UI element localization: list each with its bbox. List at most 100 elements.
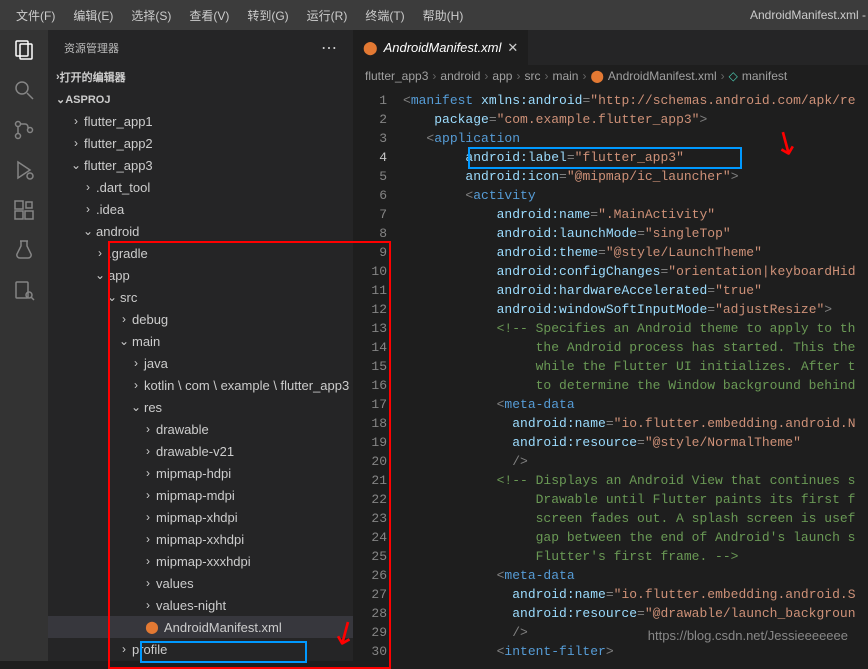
breadcrumb-part[interactable]: AndroidManifest.xml — [608, 69, 717, 83]
menu-item[interactable]: 编辑(E) — [65, 3, 121, 28]
line-gutter: 1234567891011121314151617181920212223242… — [353, 87, 403, 661]
search-icon[interactable] — [12, 78, 36, 102]
chevron-icon: ⌄ — [92, 268, 108, 282]
chevron-icon: › — [140, 554, 156, 568]
chevron-icon: › — [80, 180, 96, 194]
tree-item-label: mipmap-hdpi — [156, 466, 231, 481]
tree-item-label: drawable — [156, 422, 209, 437]
breadcrumb-part[interactable]: app — [492, 69, 512, 83]
chevron-icon: › — [140, 466, 156, 480]
tree-item[interactable]: ›profile — [48, 638, 353, 660]
menu-item[interactable]: 帮助(H) — [415, 3, 472, 28]
chevron-icon: › — [140, 488, 156, 502]
chevron-icon: › — [140, 576, 156, 590]
extensions-icon[interactable] — [12, 198, 36, 222]
tree-item-label: mipmap-xxhdpi — [156, 532, 244, 547]
tree-item[interactable]: ⌄src — [48, 286, 353, 308]
breadcrumb-part[interactable]: android — [440, 69, 480, 83]
tree-item[interactable]: ›flutter_app1 — [48, 110, 353, 132]
tree-item[interactable]: ›mipmap-hdpi — [48, 462, 353, 484]
menu-item[interactable]: 终端(T) — [357, 3, 412, 28]
testing-icon[interactable] — [12, 238, 36, 262]
tab-bar: ⬤ AndroidManifest.xml ✕ — [353, 30, 868, 65]
tree-item[interactable]: ›java — [48, 352, 353, 374]
tree-item[interactable]: ›mipmap-xxxhdpi — [48, 550, 353, 572]
code-content[interactable]: <manifest xmlns:android="http://schemas.… — [403, 87, 868, 661]
tree-item-label: flutter_app1 — [84, 114, 153, 129]
tree-item[interactable]: ⌄app — [48, 264, 353, 286]
tree-item-label: values — [156, 576, 194, 591]
breadcrumb-part[interactable]: flutter_app3 — [365, 69, 428, 83]
window-title: AndroidManifest.xml - ASProj - Visual S — [750, 8, 868, 22]
references-icon[interactable] — [12, 278, 36, 302]
tree-item[interactable]: ⬤AndroidManifest.xml — [48, 616, 353, 638]
tree-item-label: java — [144, 356, 168, 371]
editor-area: ⬤ AndroidManifest.xml ✕ flutter_app3›and… — [353, 30, 868, 661]
tree-item-label: profile — [132, 642, 167, 657]
sidebar: 资源管理器 ⋯ › 打开的编辑器 ⌄ ASPROJ ›flutter_app1›… — [48, 30, 353, 661]
tree-item[interactable]: ›values — [48, 572, 353, 594]
breadcrumb-part[interactable]: src — [524, 69, 540, 83]
menu-item[interactable]: 查看(V) — [181, 3, 237, 28]
tree-item-label: main — [132, 334, 160, 349]
close-icon[interactable]: ✕ — [507, 40, 518, 56]
tree-item[interactable]: ›values-night — [48, 594, 353, 616]
tree-item[interactable]: ›.gradle — [48, 242, 353, 264]
menu-item[interactable]: 转到(G) — [239, 3, 296, 28]
menubar: 文件(F)编辑(E)选择(S)查看(V)转到(G)运行(R)终端(T)帮助(H)… — [0, 0, 868, 30]
tree-item[interactable]: ⌄main — [48, 330, 353, 352]
chevron-icon: › — [68, 114, 84, 128]
tree-item-label: .gradle — [108, 246, 148, 261]
tree-item-label: values-night — [156, 598, 226, 613]
menu-item[interactable]: 文件(F) — [8, 3, 63, 28]
chevron-icon: › — [140, 422, 156, 436]
tree-item[interactable]: ›drawable — [48, 418, 353, 440]
breadcrumb[interactable]: flutter_app3›android›app›src›main›⬤ Andr… — [353, 65, 868, 87]
chevron-icon: › — [116, 642, 132, 656]
sidebar-header: 资源管理器 ⋯ — [48, 30, 353, 65]
xml-file-icon: ⬤ — [363, 40, 378, 56]
chevron-icon: ⌄ — [104, 290, 120, 304]
menu-item[interactable]: 运行(R) — [299, 3, 356, 28]
tree-item[interactable]: ›drawable-v21 — [48, 440, 353, 462]
project-section[interactable]: ⌄ ASPROJ — [48, 89, 353, 110]
breadcrumb-part[interactable]: main — [552, 69, 578, 83]
tree-item[interactable]: ›debug — [48, 308, 353, 330]
tab-androidmanifest[interactable]: ⬤ AndroidManifest.xml ✕ — [353, 30, 528, 65]
tree-item[interactable]: ›mipmap-mdpi — [48, 484, 353, 506]
menubar-items: 文件(F)编辑(E)选择(S)查看(V)转到(G)运行(R)终端(T)帮助(H) — [8, 3, 471, 28]
chevron-icon: › — [140, 510, 156, 524]
tree-item[interactable]: ›.idea — [48, 198, 353, 220]
tree-item-label: AndroidManifest.xml — [164, 620, 282, 635]
tree-item-label: app — [108, 268, 130, 283]
tree-item[interactable]: ›kotlin \ com \ example \ flutter_app3 — [48, 374, 353, 396]
chevron-icon: › — [140, 444, 156, 458]
tree-item-label: .dart_tool — [96, 180, 150, 195]
tree-item-label: .idea — [96, 202, 124, 217]
tree-item-label: drawable-v21 — [156, 444, 234, 459]
tree-item[interactable]: ›.dart_tool — [48, 176, 353, 198]
chevron-icon: › — [128, 356, 144, 370]
more-icon[interactable]: ⋯ — [321, 38, 337, 58]
tree-item[interactable]: ⌄flutter_app3 — [48, 154, 353, 176]
tree-item-label: mipmap-xhdpi — [156, 510, 238, 525]
chevron-icon: ⌄ — [80, 224, 96, 238]
file-tree: ›flutter_app1›flutter_app2⌄flutter_app3›… — [48, 110, 353, 660]
chevron-icon: ⌄ — [68, 158, 84, 172]
code-editor[interactable]: 1234567891011121314151617181920212223242… — [353, 87, 868, 661]
menu-item[interactable]: 选择(S) — [123, 3, 179, 28]
breadcrumb-part[interactable]: manifest — [742, 69, 787, 83]
xml-file-icon: ⬤ — [590, 69, 603, 83]
open-editors-section[interactable]: › 打开的编辑器 — [48, 65, 353, 89]
tree-item[interactable]: ⌄android — [48, 220, 353, 242]
tree-item-label: flutter_app3 — [84, 158, 153, 173]
tree-item[interactable]: ›mipmap-xxhdpi — [48, 528, 353, 550]
run-debug-icon[interactable] — [12, 158, 36, 182]
explorer-icon[interactable] — [12, 38, 36, 62]
tree-item[interactable]: ›flutter_app2 — [48, 132, 353, 154]
tree-item-label: android — [96, 224, 139, 239]
tree-item[interactable]: ⌄res — [48, 396, 353, 418]
chevron-icon: › — [128, 378, 144, 392]
tree-item[interactable]: ›mipmap-xhdpi — [48, 506, 353, 528]
source-control-icon[interactable] — [12, 118, 36, 142]
